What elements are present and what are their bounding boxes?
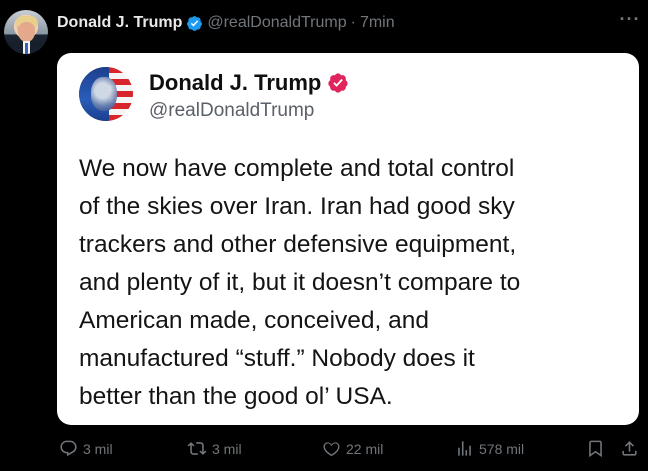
embedded-post-card[interactable]: Donald J. Trump @realDonaldTrump We now … xyxy=(57,53,639,425)
avatar-tie xyxy=(25,43,28,54)
post-text-line: We now have complete and total control xyxy=(79,155,515,182)
views-count: 578 mil xyxy=(479,440,525,457)
author-name[interactable]: Donald J. Trump xyxy=(57,13,182,33)
bookmark-icon xyxy=(589,440,602,458)
post-text-line: and plenty of it, but it doesn’t compare… xyxy=(79,269,521,296)
like-count: 22 mil xyxy=(346,440,384,457)
post-text-line: American made, conceived, and xyxy=(79,307,429,334)
verified-badge-icon xyxy=(187,15,203,31)
more-horizontal-icon[interactable]: ··· xyxy=(619,10,641,32)
post-text-line: manufactured “stuff.” Nobody does it xyxy=(79,345,475,372)
embedded-author-name: Donald J. Trump xyxy=(149,70,322,95)
share-button[interactable] xyxy=(620,439,639,458)
header-separator: · xyxy=(350,14,356,31)
views-icon xyxy=(458,441,471,456)
post-action-bar: 3 mil 3 mil 22 mil 578 mil xyxy=(0,437,648,465)
author-handle[interactable]: @realDonaldTrump xyxy=(207,13,346,33)
avatar-face xyxy=(18,22,35,42)
post-text-line: better than the good ol’ USA. xyxy=(79,383,393,410)
post-header: Donald J. Trump @realDonaldTrump · 7min xyxy=(57,13,395,33)
embedded-post-text: We now have complete and total control o… xyxy=(79,150,631,416)
heart-icon xyxy=(323,442,340,457)
author-avatar[interactable] xyxy=(4,10,48,54)
embedded-author-name-row: Donald J. Trump xyxy=(149,69,349,97)
avatar-face xyxy=(91,77,117,111)
verified-badge-icon xyxy=(328,73,348,93)
post-text-line: trackers and other defensive equipment, xyxy=(79,231,517,258)
views-button[interactable]: 578 mil xyxy=(455,439,524,458)
repost-button[interactable]: 3 mil xyxy=(187,439,242,458)
post-timestamp[interactable]: 7min xyxy=(360,13,395,33)
embedded-author-handle: @realDonaldTrump xyxy=(149,100,315,121)
reply-button[interactable]: 3 mil xyxy=(59,439,113,458)
bookmark-button[interactable] xyxy=(586,439,605,458)
repost-count: 3 mil xyxy=(212,440,242,457)
like-button[interactable]: 22 mil xyxy=(322,439,383,458)
share-icon xyxy=(622,441,637,456)
reply-count: 3 mil xyxy=(83,440,113,457)
post-text-line: of the skies over Iran. Iran had good sk… xyxy=(79,193,515,220)
reply-icon xyxy=(60,440,77,457)
repost-icon xyxy=(187,442,207,455)
embedded-author-avatar xyxy=(79,67,133,121)
